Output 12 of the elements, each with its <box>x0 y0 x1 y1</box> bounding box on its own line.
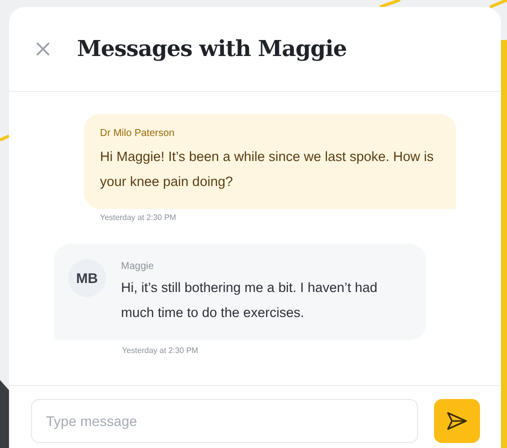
message-text: Hi, it’s still bothering me a bit. I haven’t had much time to do the exercises. <box>121 279 378 322</box>
send-button[interactable] <box>434 399 480 443</box>
dialog-title: Messages with Maggie <box>77 34 347 64</box>
sender-name: Dr Milo Paterson <box>100 127 176 141</box>
sender-name: Maggie <box>121 260 155 274</box>
close-icon <box>35 41 51 57</box>
message-time: Yesterday at 2:30 PM <box>122 345 200 357</box>
message-time: Yesterday at 2:30 PM <box>100 212 178 224</box>
send-icon <box>447 412 467 430</box>
message-text: Hi Maggie! It’s been a while since we last spoke. How is your knee pain doing? <box>100 148 435 191</box>
avatar: MB <box>68 259 106 297</box>
message-input[interactable]: Type message <box>31 399 418 443</box>
